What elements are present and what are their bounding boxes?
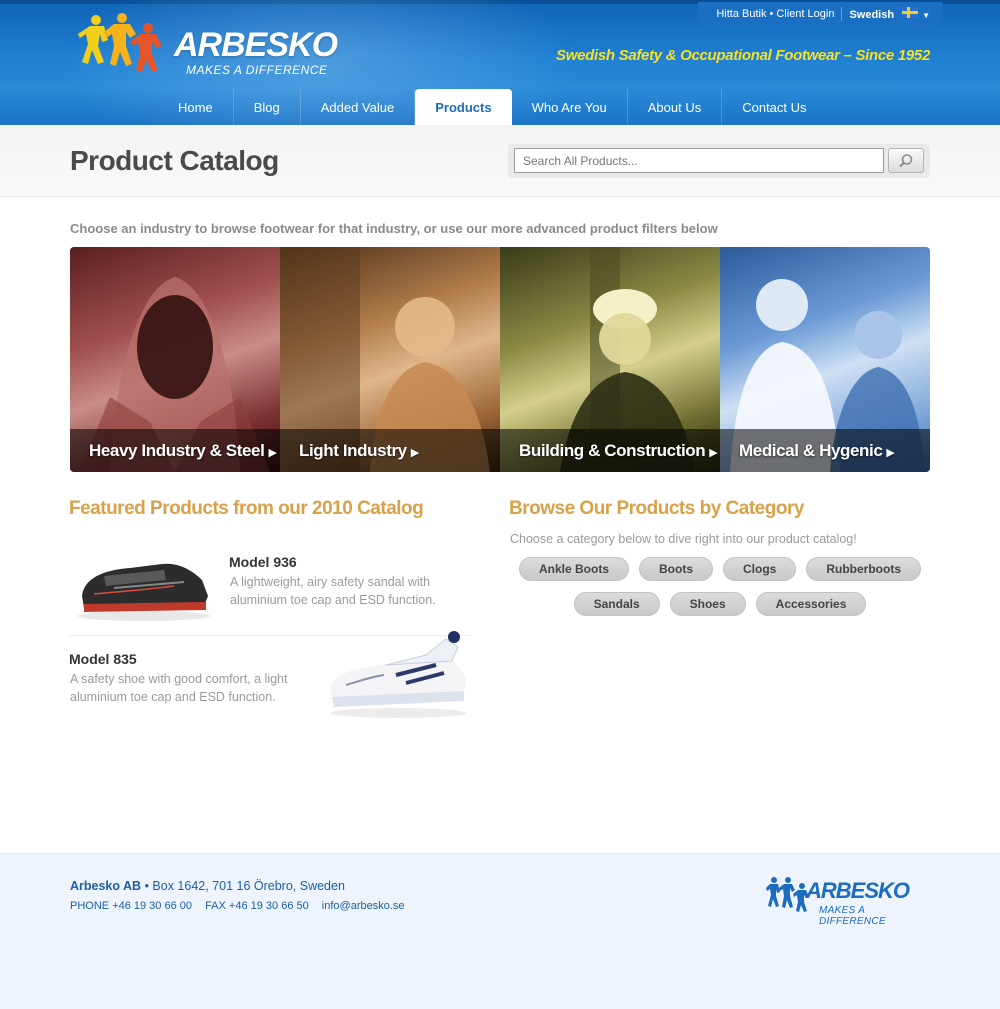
header-slogan: Swedish Safety & Occupational Footwear –… xyxy=(556,47,930,64)
site-footer: Arbesko AB • Box 1642, 701 16 Örebro, Sw… xyxy=(0,853,1000,1009)
browse-intro-text: Choose a category below to dive right in… xyxy=(510,532,857,546)
logo-wordmark: ARBESKO xyxy=(174,26,338,64)
footer-fax: FAX +46 19 30 66 50 xyxy=(205,900,309,912)
footer-logo-wordmark: ARBESKO xyxy=(806,878,910,903)
category-boots-button[interactable]: Boots xyxy=(639,557,713,581)
running-people-icon xyxy=(78,13,162,72)
arrow-right-icon: ▶ xyxy=(886,447,895,459)
search-button[interactable] xyxy=(888,148,924,173)
industry-tiles: Heavy Industry & Steel ▶ Light Industry ▶ … xyxy=(70,247,930,472)
divider xyxy=(841,7,843,21)
top-links-bar: Hitta Butik • Client Login Swedish ▼ xyxy=(698,2,942,26)
nav-contact-us[interactable]: Contact Us xyxy=(722,89,826,125)
category-pills: Ankle Boots Boots Clogs Rubberboots Sand… xyxy=(500,557,940,616)
company-name: Arbesko AB xyxy=(70,879,142,893)
search-input[interactable] xyxy=(514,148,884,173)
footer-email-link[interactable]: info@arbesko.se xyxy=(322,900,405,912)
title-bar: Product Catalog xyxy=(0,125,1000,197)
arrow-right-icon: ▶ xyxy=(268,447,277,459)
product-name: Model 936 xyxy=(229,554,297,570)
chevron-down-icon: ▼ xyxy=(922,11,930,20)
industry-tile-light-industry[interactable]: Light Industry ▶ xyxy=(280,247,500,472)
industry-tile-medical-hygenic[interactable]: Medical & Hygenic ▶ xyxy=(720,247,930,472)
footer-contact: PHONE +46 19 30 66 00 FAX +46 19 30 66 5… xyxy=(70,900,415,912)
product-description: A lightweight, airy safety sandal with a… xyxy=(230,575,436,607)
category-sandals-button[interactable]: Sandals xyxy=(573,592,660,616)
site-header: ARBESKO MAKES A DIFFERENCE Hitta Butik •… xyxy=(0,0,1000,125)
search-box xyxy=(508,144,930,178)
product-name: Model 835 xyxy=(69,651,137,667)
industry-label: Medical & Hygenic ▶ xyxy=(739,441,895,460)
separator-dot: • xyxy=(769,8,774,20)
page-title: Product Catalog xyxy=(70,145,279,176)
client-login-link[interactable]: Client Login xyxy=(776,8,834,20)
industry-tile-building-construction[interactable]: Building & Construction ▶ xyxy=(500,247,720,472)
main-nav: Home Blog Added Value Products Who Are Y… xyxy=(158,89,827,125)
nav-home[interactable]: Home xyxy=(158,89,234,125)
product-model-936[interactable]: Model 936 A lightweight, airy safety san… xyxy=(70,540,470,636)
industry-label: Heavy Industry & Steel ▶ xyxy=(89,441,277,460)
arrow-right-icon: ▶ xyxy=(709,447,718,459)
magnifier-icon xyxy=(899,153,913,167)
language-label: Swedish xyxy=(849,9,895,21)
category-clogs-button[interactable]: Clogs xyxy=(723,557,797,581)
browse-categories-heading: Browse Our Products by Category xyxy=(509,498,804,519)
industry-label: Building & Construction ▶ xyxy=(519,441,718,460)
nav-who-are-you[interactable]: Who Are You xyxy=(512,89,628,125)
footer-logo[interactable]: ARBESKO MAKES A DIFFERENCE xyxy=(766,876,932,927)
nav-about-us[interactable]: About Us xyxy=(628,89,723,125)
nav-blog[interactable]: Blog xyxy=(234,89,301,125)
featured-products-heading: Featured Products from our 2010 Catalog xyxy=(69,498,424,519)
arrow-right-icon: ▶ xyxy=(410,447,419,459)
category-shoes-button[interactable]: Shoes xyxy=(669,592,746,616)
language-selector[interactable]: Swedish ▼ xyxy=(849,7,930,21)
running-people-icon xyxy=(766,877,809,912)
category-ankle-boots-button[interactable]: Ankle Boots xyxy=(518,557,629,581)
nav-added-value[interactable]: Added Value xyxy=(301,89,416,125)
category-rubberboots-button[interactable]: Rubberboots xyxy=(806,557,922,581)
category-accessories-button[interactable]: Accessories xyxy=(755,592,867,616)
find-store-link[interactable]: Hitta Butik xyxy=(716,8,766,20)
footer-logo-tagline: MAKES A DIFFERENCE xyxy=(819,905,886,927)
swedish-flag-icon xyxy=(902,7,919,18)
sandal-image xyxy=(78,563,210,621)
shoe-image xyxy=(330,631,466,718)
company-address: Box 1642, 701 16 Örebro, Sweden xyxy=(152,879,345,893)
industry-intro-text: Choose an industry to browse footwear fo… xyxy=(70,221,718,236)
logo-tagline: MAKES A DIFFERENCE xyxy=(186,63,328,77)
product-model-835[interactable]: Model 835 A safety shoe with good comfor… xyxy=(69,631,470,732)
product-description: A safety shoe with good comfort, a light… xyxy=(70,672,288,704)
footer-phone: PHONE +46 19 30 66 00 xyxy=(70,900,192,912)
nav-products[interactable]: Products xyxy=(415,89,512,125)
footer-address: Arbesko AB • Box 1642, 701 16 Örebro, Sw… xyxy=(70,879,345,893)
arbesko-logo[interactable]: ARBESKO MAKES A DIFFERENCE xyxy=(78,12,358,82)
industry-tile-heavy-industry[interactable]: Heavy Industry & Steel ▶ xyxy=(70,247,280,472)
industry-label: Light Industry ▶ xyxy=(299,441,419,460)
